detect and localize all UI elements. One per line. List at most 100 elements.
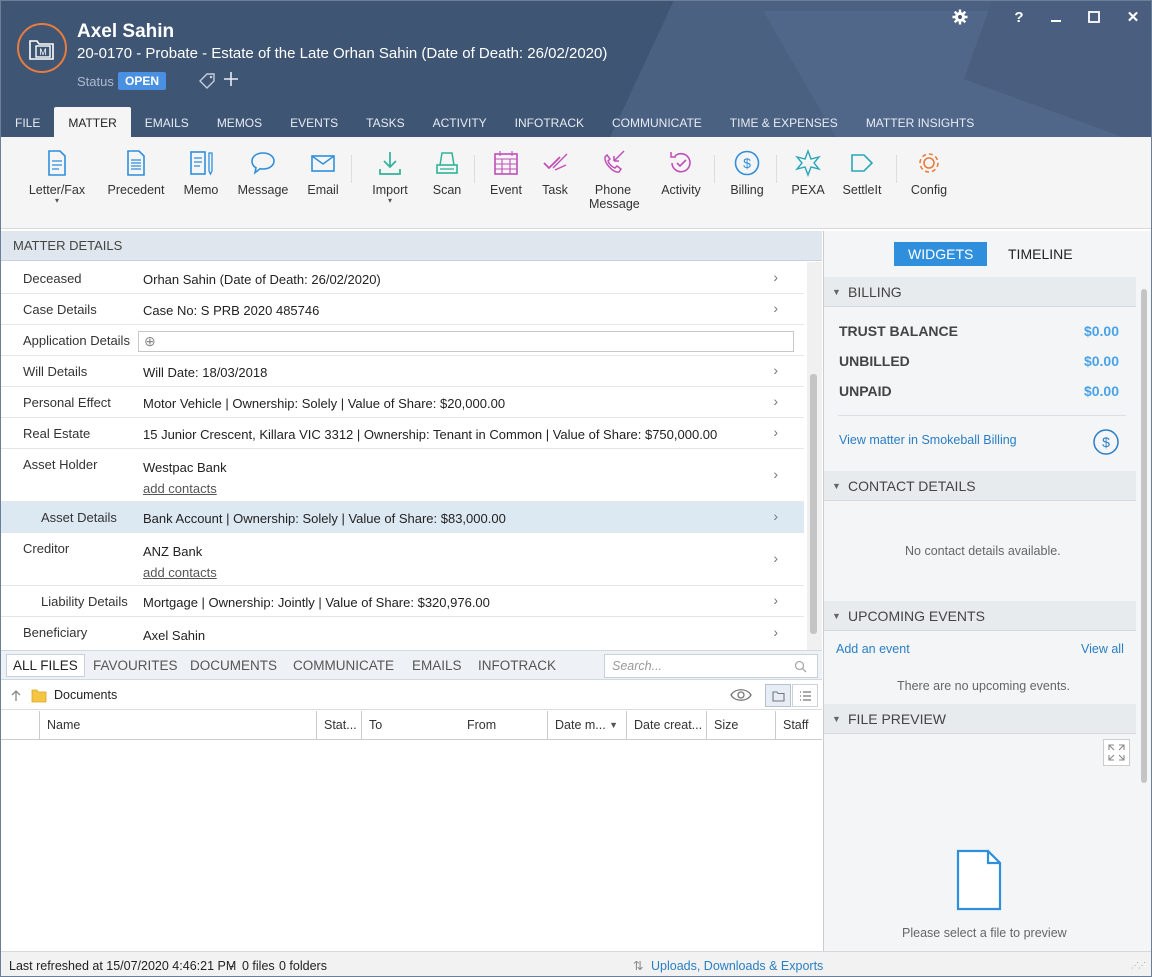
tab-file[interactable]: FILE xyxy=(1,107,54,137)
tab-emails-files[interactable]: EMAILS xyxy=(412,658,462,673)
status-badge[interactable]: OPEN xyxy=(118,72,167,90)
detail-row-creditor[interactable]: Creditor ANZ Bank add contacts › xyxy=(1,533,804,586)
detail-row-asset-holder[interactable]: Asset Holder Westpac Bank add contacts › xyxy=(1,449,804,502)
add-event-link[interactable]: Add an event xyxy=(836,642,910,656)
select-file-text: Please select a file to preview xyxy=(902,926,1067,940)
column-status[interactable]: Stat... xyxy=(316,711,362,740)
message-button[interactable]: Message xyxy=(237,149,289,197)
files-search-input[interactable]: Search... xyxy=(604,654,818,678)
uploads-downloads-link[interactable]: Uploads, Downloads & Exports xyxy=(651,959,823,973)
current-folder[interactable]: Documents xyxy=(54,688,117,702)
tab-favourites[interactable]: FAVOURITES xyxy=(93,658,178,673)
tab-activity[interactable]: ACTIVITY xyxy=(419,107,501,137)
tab-all-files[interactable]: ALL FILES xyxy=(6,654,85,677)
detail-row-case-details[interactable]: Case Details Case No: S PRB 2020 485746 › xyxy=(1,294,804,325)
tag-icon[interactable] xyxy=(198,72,216,93)
right-panel: WIDGETS TIMELINE ▼ BILLING TRUST BALANCE … xyxy=(823,231,1151,951)
collapse-icon: ▼ xyxy=(832,611,841,621)
phone-message-button[interactable]: Phone Message xyxy=(589,149,640,211)
dollar-icon[interactable]: $ xyxy=(1092,428,1120,456)
list-view-button[interactable] xyxy=(792,684,818,707)
tab-emails[interactable]: EMAILS xyxy=(131,107,203,137)
tab-matter-insights[interactable]: MATTER INSIGHTS xyxy=(852,107,988,137)
activity-button[interactable]: Activity xyxy=(657,149,705,197)
tab-memos[interactable]: MEMOS xyxy=(203,107,276,137)
task-button[interactable]: Task xyxy=(537,149,573,197)
application-details-field[interactable]: ⊕ xyxy=(138,331,794,352)
billing-section-header[interactable]: ▼ BILLING xyxy=(824,277,1136,307)
detail-row-will-details[interactable]: Will Details Will Date: 18/03/2018 › xyxy=(1,356,804,387)
detail-row-deceased[interactable]: Deceased Orhan Sahin (Date of Death: 26/0… xyxy=(1,263,804,294)
detail-row-real-estate[interactable]: Real Estate 15 Junior Crescent, Killara V… xyxy=(1,418,804,449)
gear-icon[interactable] xyxy=(951,9,969,25)
chevron-right-icon: › xyxy=(773,624,778,640)
tab-documents[interactable]: DOCUMENTS xyxy=(190,658,277,673)
add-circle-icon: ⊕ xyxy=(144,333,156,349)
detail-row-asset-details[interactable]: Asset Details Bank Account | Ownership: S… xyxy=(1,502,804,533)
billing-button[interactable]: $ Billing xyxy=(727,149,767,197)
precedent-icon xyxy=(127,150,145,176)
tab-matter[interactable]: MATTER xyxy=(54,107,131,137)
tab-communicate[interactable]: COMMUNICATE xyxy=(598,107,716,137)
help-icon[interactable]: ? xyxy=(1010,9,1028,26)
tab-tasks[interactable]: TASKS xyxy=(352,107,418,137)
gear-icon xyxy=(919,153,939,173)
column-date-created[interactable]: Date creat... xyxy=(626,711,707,740)
matter-details-scrollbar[interactable] xyxy=(807,262,822,650)
detail-row-personal-effect[interactable]: Personal Effect Motor Vehicle | Ownership… xyxy=(1,387,804,418)
chevron-right-icon: › xyxy=(773,300,778,316)
detail-row-application-details[interactable]: Application Details ⊕ xyxy=(1,325,804,356)
memo-button[interactable]: Memo xyxy=(179,149,223,197)
unbilled-label: UNBILLED xyxy=(839,353,910,369)
view-billing-link[interactable]: View matter in Smokeball Billing xyxy=(839,433,1017,447)
upcoming-events-header[interactable]: ▼ UPCOMING EVENTS xyxy=(824,601,1136,631)
arrow-up-icon[interactable] xyxy=(10,689,22,702)
tab-widgets[interactable]: WIDGETS xyxy=(894,242,988,266)
expand-preview-button[interactable] xyxy=(1103,739,1130,766)
import-button[interactable]: Import ▾ xyxy=(367,149,413,205)
trust-balance-label: TRUST BALANCE xyxy=(839,323,958,339)
svg-text:$: $ xyxy=(743,155,751,171)
detail-row-liability-details[interactable]: Liability Details Mortgage | Ownership: J… xyxy=(1,586,804,617)
tab-infotrack-files[interactable]: INFOTRACK xyxy=(478,658,556,673)
tab-time-expenses[interactable]: TIME & EXPENSES xyxy=(716,107,852,137)
unbilled-value: $0.00 xyxy=(1083,353,1119,369)
settleit-button[interactable]: SettleIt xyxy=(839,149,885,197)
column-staff[interactable]: Staff xyxy=(775,711,822,740)
file-preview-header[interactable]: ▼ FILE PREVIEW xyxy=(824,704,1136,734)
maximize-icon[interactable] xyxy=(1085,9,1103,25)
column-from[interactable]: From xyxy=(460,711,548,740)
column-size[interactable]: Size xyxy=(706,711,776,740)
matter-logo-icon: M xyxy=(17,23,67,73)
expand-icon xyxy=(1108,744,1125,761)
contact-details-header[interactable]: ▼ CONTACT DETAILS xyxy=(824,471,1136,501)
scan-button[interactable]: Scan xyxy=(427,149,467,197)
add-contacts-link[interactable]: add contacts xyxy=(143,565,217,580)
letter-fax-button[interactable]: Letter/Fax ▾ xyxy=(27,149,87,205)
close-icon[interactable]: ✕ xyxy=(1124,9,1142,26)
add-tag-icon[interactable] xyxy=(222,70,240,91)
event-button[interactable]: Event xyxy=(487,149,525,197)
tab-timeline[interactable]: TIMELINE xyxy=(994,242,1087,266)
collapse-icon: ▼ xyxy=(832,714,841,724)
column-date-modified[interactable]: Date m... ▼ xyxy=(547,711,627,740)
column-name[interactable]: Name xyxy=(39,711,317,740)
column-to[interactable]: To xyxy=(361,711,461,740)
add-contacts-link[interactable]: add contacts xyxy=(143,481,217,496)
config-button[interactable]: Config xyxy=(907,149,951,197)
letter-icon xyxy=(48,150,66,176)
precedent-button[interactable]: Precedent xyxy=(105,149,167,197)
tab-infotrack[interactable]: INFOTRACK xyxy=(501,107,598,137)
email-button[interactable]: Email xyxy=(301,149,345,197)
right-panel-scrollbar[interactable] xyxy=(1137,277,1151,951)
tab-communicate-files[interactable]: COMMUNICATE xyxy=(293,658,394,673)
folder-view-button[interactable] xyxy=(765,684,791,707)
files-table-header: Name Stat... To From Date m... ▼ Date cre… xyxy=(1,711,822,740)
minimize-icon[interactable] xyxy=(1047,9,1065,25)
tab-events[interactable]: EVENTS xyxy=(276,107,352,137)
resize-grip-icon[interactable]: ⋰⋰ xyxy=(1131,961,1146,970)
detail-row-beneficiary[interactable]: Beneficiary Axel Sahin › xyxy=(1,617,804,650)
view-all-events-link[interactable]: View all xyxy=(1081,642,1124,656)
eye-icon[interactable] xyxy=(730,688,752,702)
pexa-button[interactable]: PEXA xyxy=(789,149,827,197)
